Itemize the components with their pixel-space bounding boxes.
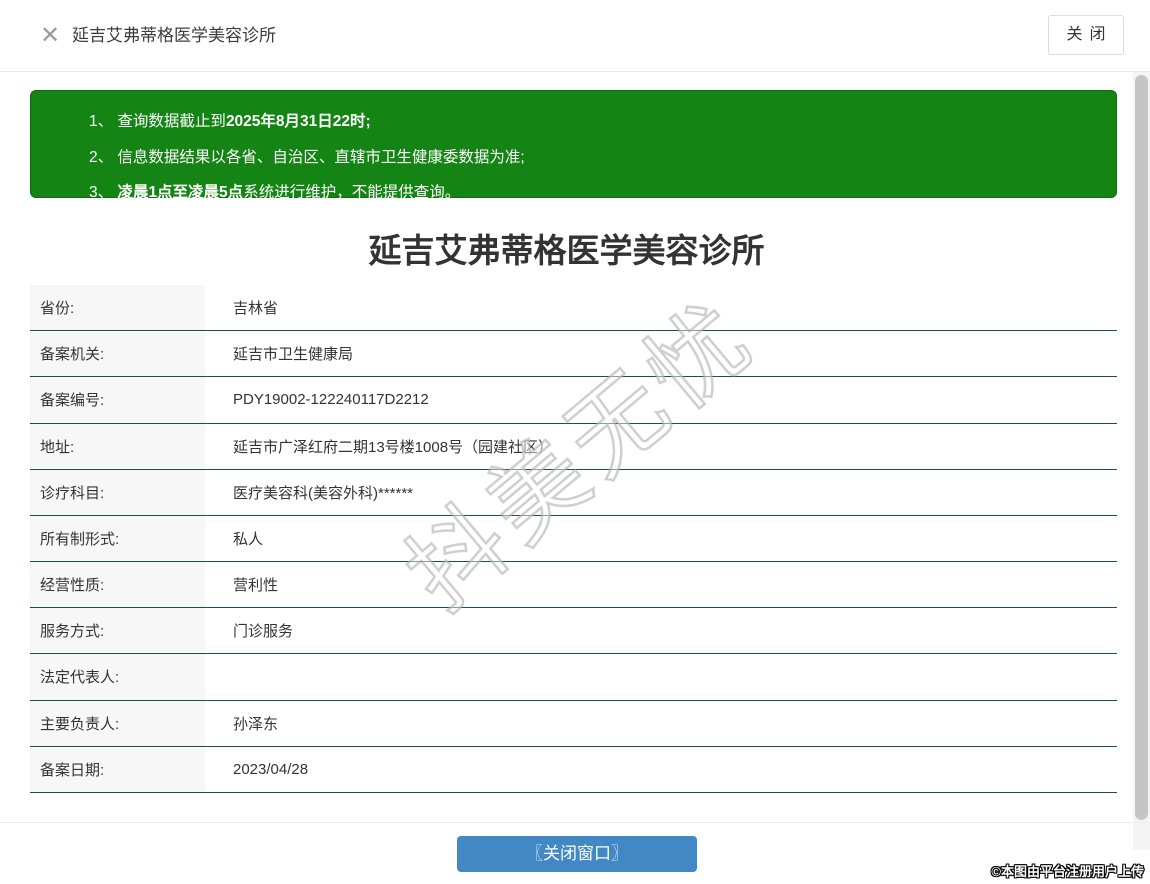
row-label: 诊疗科目: [30, 469, 205, 515]
row-label: 服务方式: [30, 608, 205, 654]
row-value: 延吉市广泽红府二期13号楼1008号（园建社区） [233, 438, 554, 456]
table-row: 法定代表人: [30, 654, 1117, 701]
row-label: 主要负责人: [30, 700, 205, 746]
row-label: 备案编号: [30, 377, 205, 423]
close-window-button[interactable]: 〖关闭窗口〗 [457, 836, 697, 872]
table-row: 备案机关: 延吉市卫生健康局 [30, 331, 1117, 378]
row-label: 经营性质: [30, 562, 205, 608]
notice-line: 2、 信息数据结果以各省、自治区、直辖市卫生健康委数据为准; [89, 148, 525, 166]
row-label: 地址: [30, 423, 205, 469]
table-row: 备案日期: 2023/04/28 [30, 746, 1117, 793]
table-row: 主要负责人: 孙泽东 [30, 700, 1117, 747]
table-row: 服务方式: 门诊服务 [30, 608, 1117, 655]
clinic-title: 延吉艾弗蒂格医学美容诊所 [368, 232, 765, 269]
table-row: 所有制形式: 私人 [30, 515, 1117, 563]
info-table: 省份: 吉林省备案机关: 延吉市卫生健康局备案编号: PDY19002-1222401… [30, 285, 1117, 793]
row-value [205, 654, 1117, 699]
row-value: 吉林省 [233, 300, 279, 318]
row-value: 私人 [233, 530, 264, 548]
row-value: 医疗美容科(美容外科)****** [233, 484, 414, 502]
notice-line: 1、 查询数据截止到2025年8月31日22时; [89, 113, 371, 130]
row-value: 延吉市卫生健康局 [233, 346, 354, 364]
row-value: PDY19002-122240117D2212 [233, 391, 429, 409]
credit-watermark: ©本图由平台注册用户上传 [991, 864, 1144, 879]
row-label: 备案机关: [30, 331, 205, 377]
vertical-scrollbar-track[interactable] [1133, 72, 1150, 850]
table-row: 经营性质: 营利性 [30, 562, 1117, 609]
header-title: 延吉艾弗蒂格医学美容诊所 [72, 26, 276, 45]
notice-line: 3、 凌晨1点至凌晨5点系统进行维护，不能提供查询。 [89, 184, 461, 201]
header-bar: ✕ 延吉艾弗蒂格医学美容诊所 关闭 [0, 0, 1150, 72]
page: ✕ 延吉艾弗蒂格医学美容诊所 关闭 1、 查询数据截止到2025年8月31日22… [0, 0, 1150, 884]
row-label: 备案日期: [30, 746, 205, 792]
table-row: 诊疗科目: 医疗美容科(美容外科)****** [30, 469, 1117, 516]
row-value: 2023/04/28 [233, 760, 309, 778]
close-x-icon[interactable]: ✕ [36, 20, 64, 52]
row-value: 门诊服务 [233, 623, 294, 641]
row-value: 营利性 [233, 577, 279, 595]
row-label: 所有制形式: [30, 515, 205, 562]
row-label: 法定代表人: [30, 654, 205, 700]
notice-box: 1、 查询数据截止到2025年8月31日22时; 2、 信息数据结果以各省、自治区… [30, 90, 1117, 201]
table-row: 地址: 延吉市广泽红府二期13号楼1008号（园建社区） [30, 423, 1117, 470]
table-row: 省份: 吉林省 [30, 285, 1117, 332]
row-value: 孙泽东 [233, 715, 279, 733]
close-button[interactable]: 关闭 [1048, 15, 1124, 55]
row-label: 省份: [30, 285, 205, 331]
table-row: 备案编号: PDY19002-122240117D2212 [30, 377, 1117, 424]
bottom-divider [0, 822, 1150, 823]
vertical-scrollbar-thumb[interactable] [1135, 75, 1148, 820]
